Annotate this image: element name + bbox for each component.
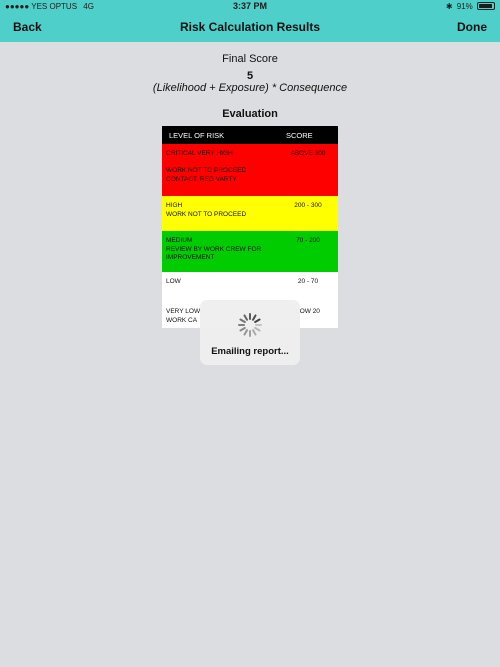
emailing-progress-hud: Emailing report...: [200, 300, 300, 365]
bluetooth-icon: ✱: [445, 2, 453, 11]
risk-score-cell: 70 - 200: [296, 237, 320, 244]
risk-level-line: IMPROVEMENT: [166, 254, 215, 261]
navigation-bar: Back Risk Calculation Results Done: [0, 13, 500, 42]
risk-level-cell: LOW: [166, 278, 281, 287]
risk-matrix-table: LEVEL OF RISK SCORE CRITICAL VERY HIGH WO…: [162, 126, 338, 328]
risk-row: MEDIUM REVIEW BY WORK CREW FOR IMPROVEMENT…: [162, 231, 338, 272]
header-score: SCORE: [286, 131, 313, 140]
risk-level-cell: CRITICAL VERY HIGH WORK NOT TO PROCEED CON…: [166, 150, 281, 184]
risk-table-header: LEVEL OF RISK SCORE: [162, 126, 338, 144]
risk-level-line: CRITICAL VERY HIGH: [166, 150, 233, 157]
risk-level-line: WORK NOT TO PROCEED: [166, 167, 247, 174]
risk-score-cell: ABOVE 300: [290, 150, 326, 157]
clock: 3:37 PM: [232, 1, 267, 11]
risk-level-line: WORK NOT TO PROCEED: [166, 210, 247, 218]
risk-score-cell: 200 - 300: [294, 202, 322, 209]
score-formula: (Likelihood + Exposure) * Consequence: [152, 82, 348, 94]
status-right: ✱ 91%: [446, 2, 495, 11]
risk-level-line: HIGH: [166, 202, 183, 209]
battery-icon: [477, 2, 495, 10]
risk-level-cell: MEDIUM REVIEW BY WORK CREW FOR IMPROVEMENT: [166, 237, 281, 263]
risk-level-line: CONTACT: REG VARTY: [166, 175, 237, 183]
screen: ●●●●● YES OPTUS 4G 3:37 PM ✱ 91% Back Ri…: [0, 0, 500, 667]
activity-spinner-icon: [238, 313, 262, 337]
done-button[interactable]: Done: [457, 20, 487, 34]
risk-row: LOW 20 - 70: [162, 272, 338, 302]
final-score-value: 5: [246, 70, 254, 82]
risk-level-line: MEDIUM: [166, 237, 193, 244]
battery-percent: 91%: [456, 2, 473, 11]
risk-level-cell: HIGH WORK NOT TO PROCEED: [166, 202, 281, 219]
risk-score-cell: 20 - 70: [297, 278, 319, 285]
page-title: Risk Calculation Results: [179, 20, 321, 34]
emailing-status-text: Emailing report...: [211, 346, 289, 357]
risk-level-line: REVIEW BY WORK CREW FOR: [166, 245, 262, 253]
risk-row: CRITICAL VERY HIGH WORK NOT TO PROCEED CON…: [162, 144, 338, 196]
evaluation-heading: Evaluation: [222, 108, 278, 120]
final-score-label: Final Score: [222, 53, 278, 65]
status-bar: ●●●●● YES OPTUS 4G 3:37 PM ✱ 91%: [0, 0, 500, 13]
header-level-of-risk: LEVEL OF RISK: [169, 131, 225, 140]
risk-row: HIGH WORK NOT TO PROCEED 200 - 300: [162, 196, 338, 231]
risk-level-line: [166, 159, 281, 168]
risk-level-line: LOW: [166, 278, 181, 285]
